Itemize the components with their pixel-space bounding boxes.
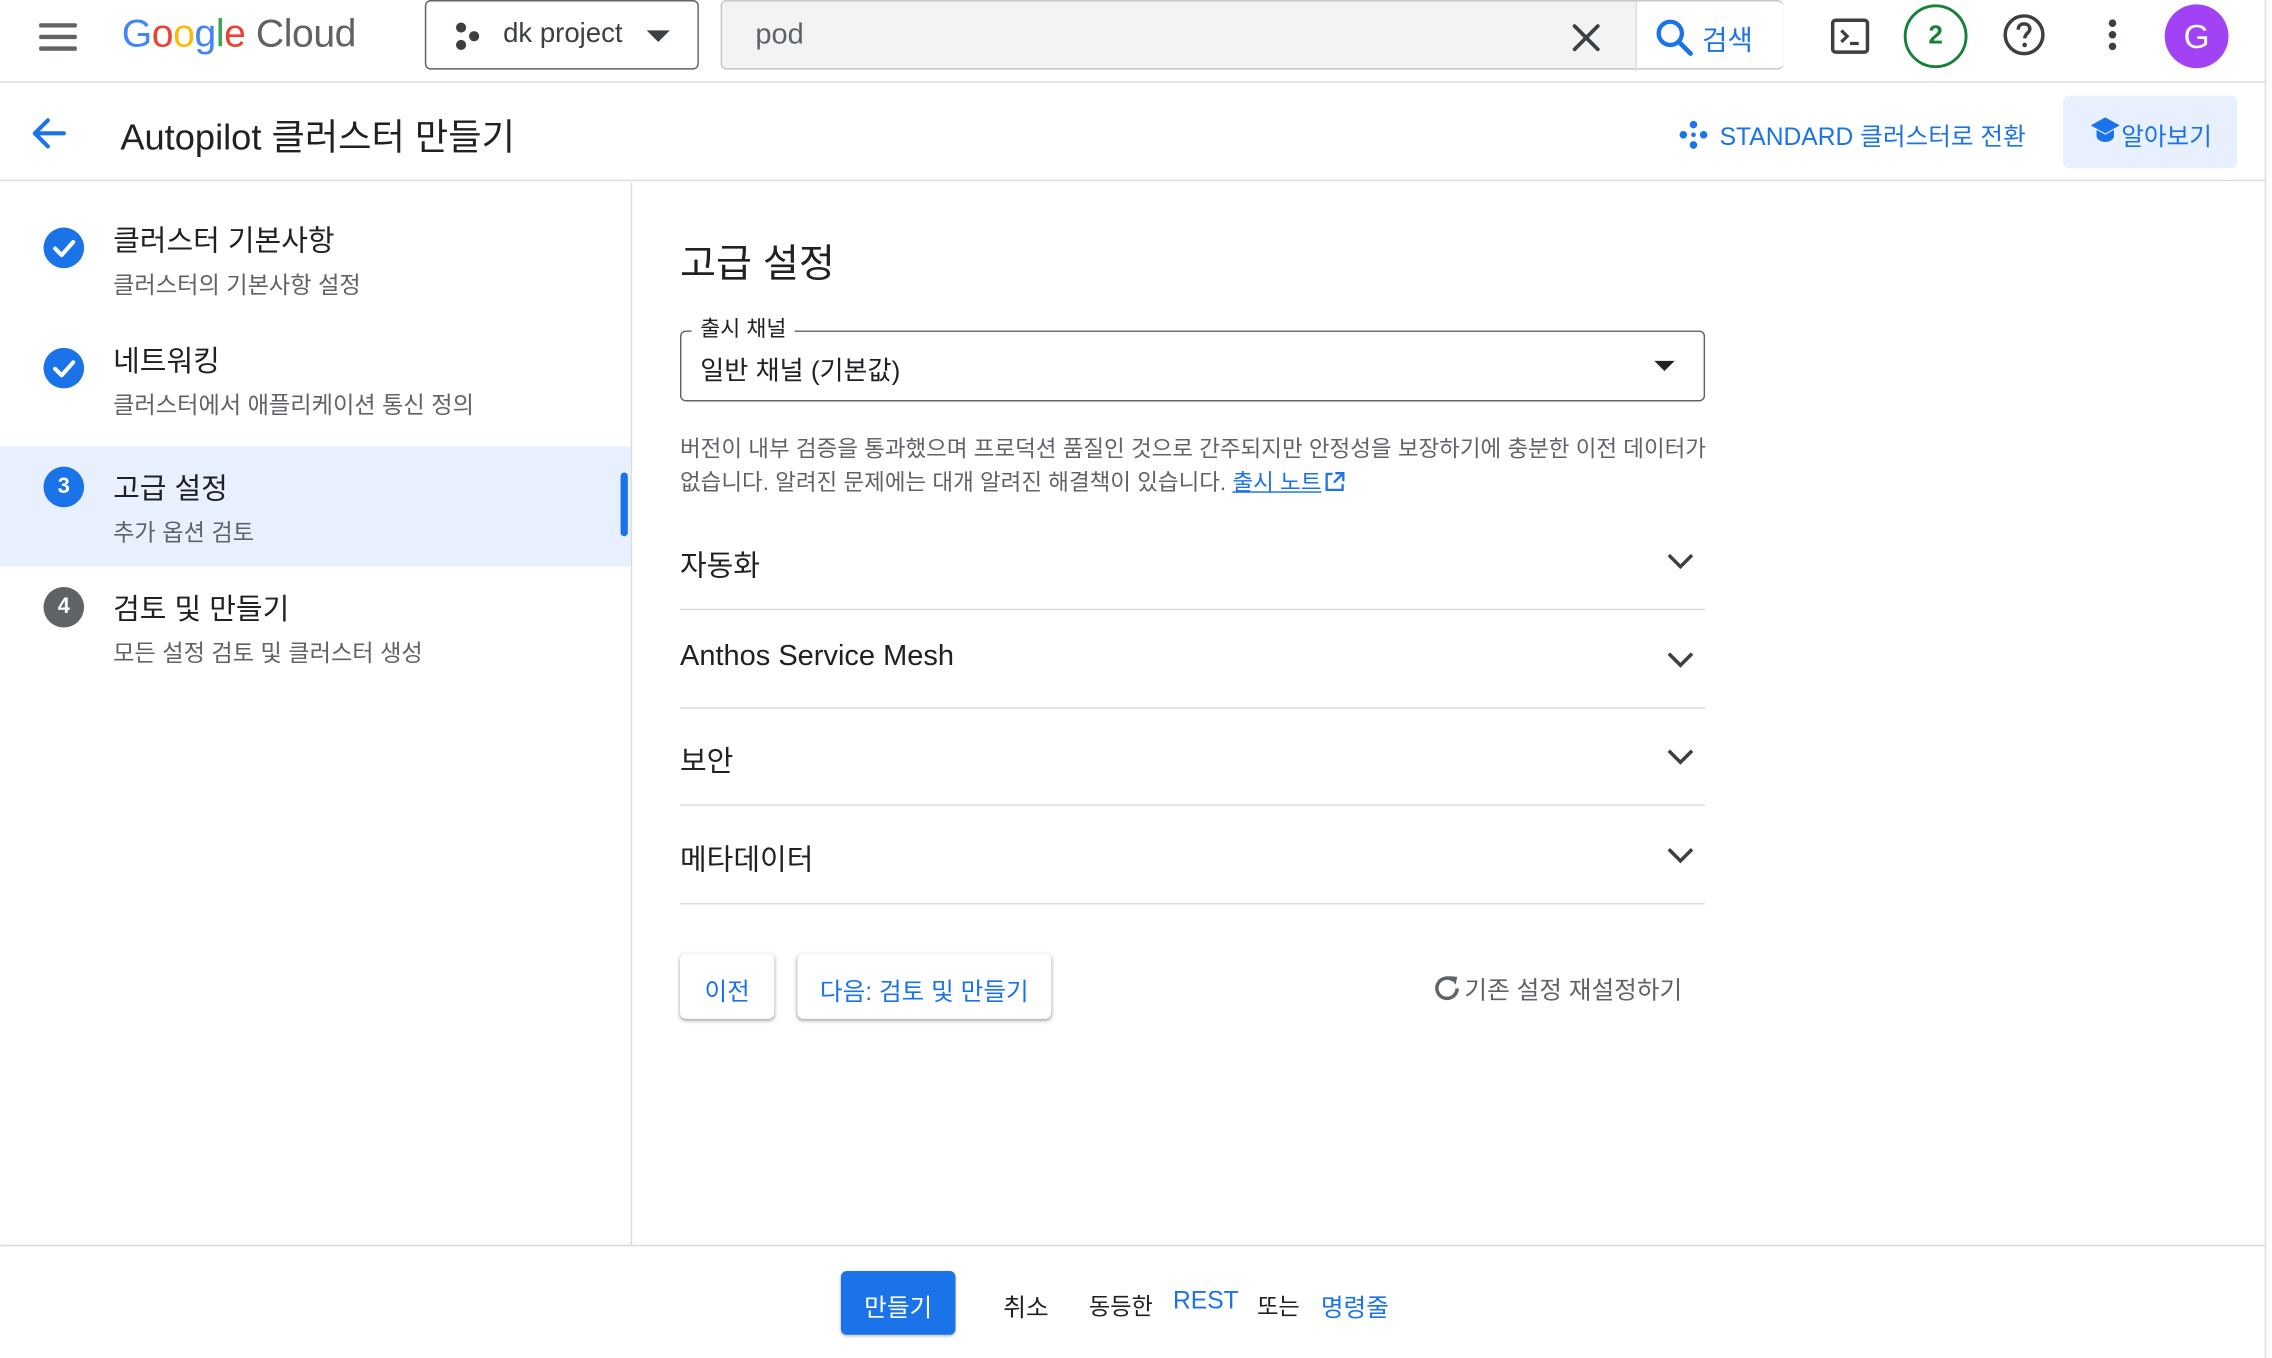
step-cluster-basics[interactable]: 클러스터 기본사항 클러스터의 기본사항 설정 — [0, 183, 631, 303]
page-title: Autopilot 클러스터 만들기 — [120, 117, 515, 158]
project-icon — [455, 22, 480, 51]
school-icon — [2090, 117, 2120, 143]
or-label: 또는 — [1257, 1295, 1300, 1321]
project-name: dk project — [503, 18, 623, 50]
step-title: 검토 및 만들기 — [113, 594, 290, 627]
check-icon — [43, 347, 85, 389]
check-icon — [43, 227, 85, 269]
search-bar: pod 검색 — [720, 0, 1784, 72]
top-bar: Google Cloud dk project pod 검색 2 G — [0, 0, 2272, 83]
accordion-automation[interactable]: 자동화 — [680, 513, 1706, 611]
accordion-security[interactable]: 보안 — [680, 709, 1706, 806]
step-title: 클러스터 기본사항 — [113, 226, 335, 258]
step-review-create[interactable]: 4 검토 및 만들기 모든 설정 검토 및 클러스터 생성 — [0, 567, 631, 687]
command-line-link[interactable]: 명령줄 — [1321, 1287, 1389, 1323]
accordion-anthos-service-mesh[interactable]: Anthos Service Mesh — [680, 612, 1706, 709]
back-arrow-icon[interactable] — [29, 113, 70, 154]
rest-link[interactable]: REST — [1173, 1287, 1239, 1316]
chevron-down-icon — [1667, 749, 1694, 765]
close-icon[interactable] — [1567, 19, 1605, 57]
help-icon[interactable] — [2001, 12, 2047, 58]
create-button[interactable]: 만들기 — [840, 1271, 956, 1335]
active-step-indicator — [620, 472, 628, 537]
search-icon — [1656, 19, 1693, 56]
open-in-new-icon — [1326, 472, 1346, 492]
cloud-shell-icon[interactable] — [1827, 13, 1873, 59]
step-title: 네트워킹 — [113, 346, 220, 379]
step-advanced-settings[interactable]: 3 고급 설정 추가 옵션 검토 — [0, 446, 631, 567]
release-channel-select[interactable]: 일반 채널 (기본값) — [680, 330, 1706, 402]
search-input[interactable]: pod — [755, 19, 803, 52]
section-title: 고급 설정 — [680, 242, 835, 286]
step-subtitle: 추가 옵션 검토 — [113, 521, 255, 547]
more-vert-icon[interactable] — [2089, 12, 2135, 58]
notifications-badge[interactable]: 2 — [1903, 4, 1968, 69]
learn-button[interactable]: 알아보기 — [2063, 95, 2238, 169]
refresh-icon — [1435, 976, 1459, 1001]
footer-bar: 만들기 취소 동등한 REST 또는 명령줄 — [0, 1244, 2272, 1358]
avatar[interactable]: G — [2164, 4, 2229, 69]
chevron-down-icon — [1667, 652, 1694, 668]
step-title: 고급 설정 — [113, 473, 228, 506]
release-channel-label: 출시 채널 — [691, 313, 796, 344]
cancel-button[interactable]: 취소 — [1003, 1287, 1048, 1323]
step-subtitle: 클러스터에서 애플리케이션 통신 정의 — [113, 394, 474, 419]
caret-down-icon — [1654, 360, 1675, 372]
project-picker[interactable]: dk project — [424, 0, 699, 70]
stepper: 클러스터 기본사항 클러스터의 기본사항 설정 네트워킹 클러스터에서 애플리케… — [0, 182, 633, 1245]
step-networking[interactable]: 네트워킹 클러스터에서 애플리케이션 통신 정의 — [0, 303, 631, 423]
previous-button[interactable]: 이전 — [680, 953, 775, 1019]
window-edge — [2264, 0, 2272, 1358]
chevron-down-icon — [1667, 553, 1694, 570]
caret-down-icon — [646, 30, 670, 43]
step-subtitle: 모든 설정 검토 및 클러스터 생성 — [113, 642, 423, 667]
release-notes-link[interactable]: 출시 노트 — [1232, 471, 1321, 496]
chevron-down-icon — [1667, 848, 1694, 864]
search-button[interactable]: 검색 — [1636, 1, 1784, 69]
google-cloud-logo[interactable]: Google Cloud — [122, 12, 357, 57]
step-number-badge: 4 — [43, 586, 85, 628]
page-header: Autopilot 클러스터 만들기 STANDARD 클러스터로 전환 알아보… — [0, 84, 2272, 182]
release-channel-value: 일반 채널 (기본값) — [700, 356, 901, 386]
step-subtitle: 클러스터의 기본사항 설정 — [113, 273, 361, 299]
accordion-metadata[interactable]: 메타데이터 — [680, 807, 1706, 905]
next-button[interactable]: 다음: 검토 및 만들기 — [797, 953, 1052, 1019]
cluster-switch-icon — [1679, 120, 1708, 149]
release-channel-help: 버전이 내부 검증을 통과했으며 프로덕션 품질인 것으로 간주되지만 안정성을… — [680, 437, 1707, 496]
equivalent-label: 동등한 — [1088, 1295, 1153, 1321]
menu-icon[interactable] — [39, 20, 80, 52]
step-number-badge: 3 — [43, 466, 85, 508]
